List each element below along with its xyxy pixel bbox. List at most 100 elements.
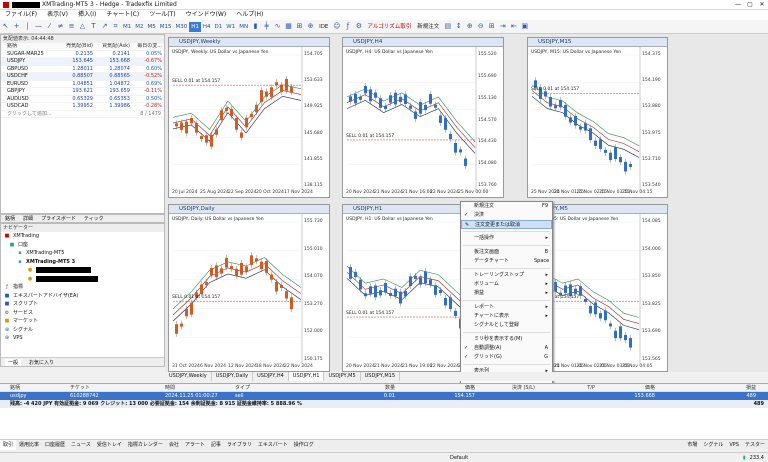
cursor-icon[interactable]: ↖: [1, 22, 10, 31]
chart-title[interactable]: USDJPY,Weekly: [169, 38, 329, 47]
algo-trading-button[interactable]: アルゴリズム取引: [365, 22, 413, 32]
context-menu-item[interactable]: 新規注文 F9: [461, 202, 552, 211]
menu-window[interactable]: ウインドウ(W): [186, 10, 227, 20]
tab-company[interactable]: 会社: [166, 440, 182, 450]
context-menu-item[interactable]: 損益 ▸: [461, 289, 552, 298]
chart-tab-m5[interactable]: USDJPY,M5: [324, 372, 361, 381]
screenshot-icon[interactable]: ▣: [520, 22, 529, 31]
context-menu-item[interactable]: レポート ▸: [461, 303, 552, 312]
menu-chart[interactable]: チャート(C): [106, 10, 139, 20]
chart-tab-h4[interactable]: USDJPY,H4: [253, 372, 289, 381]
tf-mn[interactable]: MN: [237, 22, 250, 32]
ide-button[interactable]: IDE: [317, 22, 330, 32]
tab-ticks[interactable]: ティック: [84, 215, 104, 223]
tab-library[interactable]: ライブラリ: [224, 440, 255, 450]
sell-order-label[interactable]: SELL 0.01 at 154.157: [346, 311, 394, 316]
trendline-icon[interactable]: ⁄: [45, 22, 54, 31]
chart-title[interactable]: USDJPY,Daily: [169, 205, 329, 214]
context-menu-item[interactable]: ✓ 決済: [461, 211, 552, 220]
template-icon[interactable]: ▦: [284, 22, 293, 31]
tab-exposure[interactable]: 運用比率: [16, 440, 42, 450]
tab-priceboard[interactable]: プライスボード: [41, 215, 76, 223]
market-watch-row[interactable]: GBPJPY 193.621 193.659 -0.11%: [1, 88, 164, 96]
candle-icon[interactable]: ╪: [262, 22, 271, 31]
shift-icon[interactable]: ⇤: [509, 22, 518, 31]
nav-account-mt5-3[interactable]: ▪ XMTrading-MT5 3: [1, 258, 164, 267]
chart-tab-m15[interactable]: USDJPY,M15: [361, 372, 401, 381]
tf-m30[interactable]: M30: [174, 22, 190, 32]
context-menu-item[interactable]: データチャート Space: [461, 257, 552, 266]
new-chart-icon[interactable]: ⊕: [306, 22, 315, 31]
vps-link[interactable]: VPS: [726, 440, 742, 450]
nav-broker[interactable]: ■ XMTrading: [1, 232, 164, 241]
tester-icon[interactable]: ⚙: [354, 22, 363, 31]
nav-signals[interactable]: ⊕ シグナル: [1, 326, 164, 335]
nav-services[interactable]: ⚙ サービス: [1, 309, 164, 318]
tab-trade[interactable]: 取引: [0, 439, 17, 450]
minimize-icon[interactable]: —: [732, 1, 744, 8]
market-watch-row[interactable]: AUDUSD 0.65329 0.65353 0.50%: [1, 96, 164, 103]
menu-tools[interactable]: ツール(T): [149, 10, 175, 20]
col-change[interactable]: 毎日の変...: [130, 43, 164, 50]
context-menu-item[interactable]: 一括操作 ▸: [461, 234, 552, 243]
text-icon[interactable]: T: [89, 22, 98, 31]
chart-window[interactable]: USDJPY,M15 USDJPY, M15: US Dollar vs Japa…: [527, 37, 668, 198]
col-symbol[interactable]: 銘柄: [1, 43, 56, 50]
chart-tab-h1[interactable]: USDJPY,H1: [288, 372, 325, 381]
menu-file[interactable]: ファイル(F): [5, 10, 37, 20]
context-menu-item[interactable]: トレーリングストップ ▸: [461, 271, 552, 280]
scroll-icon[interactable]: ⇥: [498, 22, 507, 31]
maximize-icon[interactable]: ▢: [744, 1, 756, 8]
tab-details[interactable]: 詳細: [23, 215, 33, 223]
context-menu-item[interactable]: ✓ 自動調整(A) A: [461, 344, 552, 353]
market-watch-row[interactable]: USDCAD 1.39952 1.39986 -0.28%: [1, 103, 164, 111]
depth-icon[interactable]: ▤: [443, 22, 452, 31]
market-link[interactable]: 市場: [684, 440, 700, 450]
col-tp[interactable]: T/P: [535, 384, 595, 391]
object-icon[interactable]: ⌗: [111, 22, 120, 31]
chart-type-icon[interactable]: ▮: [251, 22, 260, 31]
sell-order-label[interactable]: SELL 0.01 at 154.157: [172, 295, 220, 300]
close-icon[interactable]: ✕: [756, 1, 768, 8]
zoom-out-icon[interactable]: ⊖: [476, 22, 485, 31]
col-type[interactable]: タイプ: [235, 384, 315, 391]
chart-title[interactable]: USDJPY,M15: [528, 38, 667, 47]
tester-link[interactable]: テスター: [742, 440, 768, 450]
tf-h4[interactable]: H4: [201, 22, 213, 32]
context-menu-item[interactable]: ボリューム ▸: [461, 280, 552, 289]
nav-account-2[interactable]: ●: [1, 275, 164, 284]
tab-articles[interactable]: 記事: [208, 440, 224, 450]
col-price[interactable]: 価格: [395, 384, 475, 391]
chart-tab-daily[interactable]: USDJPY,Daily: [212, 372, 254, 381]
trade-row[interactable]: usdjpy 610288742 2024.11.25 01:00:27 sel…: [0, 392, 768, 400]
context-menu-item[interactable]: 板注文画面 B: [461, 248, 552, 257]
col-symbol[interactable]: 銘柄: [0, 384, 70, 391]
tab-general[interactable]: 一般: [5, 358, 22, 366]
tab-calendar[interactable]: 指標カレンダー: [125, 440, 166, 450]
community-icon[interactable]: ☺: [332, 22, 341, 31]
context-menu-item[interactable]: チャートに表示 ▸: [461, 312, 552, 321]
nav-account-1[interactable]: ●: [1, 266, 164, 275]
col-ticket[interactable]: チケット: [70, 384, 165, 391]
chart-window[interactable]: USDJPY,Weekly USDJPY, Weekly: US Dollar v…: [168, 37, 330, 198]
market-watch-row[interactable]: SUGAR-MAR25 0.2135 0.2141 0.05%: [1, 51, 164, 58]
chart-plot[interactable]: [169, 47, 331, 199]
col-curprice[interactable]: 価格: [595, 384, 655, 391]
chart-tab-weekly[interactable]: USDJPY,Weekly: [165, 372, 212, 381]
tf-w1[interactable]: W1: [224, 22, 237, 32]
tf-d1[interactable]: D1: [213, 22, 225, 32]
sell-order-label[interactable]: SELL 0.01 at 154.157: [531, 87, 579, 92]
menu-help[interactable]: ヘルプ(H): [236, 10, 263, 20]
nav-accounts[interactable]: ■ 口座: [1, 241, 164, 250]
new-order-button[interactable]: 新規注文: [415, 22, 441, 32]
tab-mailbox[interactable]: 受信トレイ: [94, 440, 125, 450]
context-menu-item[interactable]: ミリ秒を表示する(M): [461, 335, 552, 344]
chart-plot[interactable]: [169, 214, 331, 373]
add-symbol-hint[interactable]: クリックして追加...: [1, 111, 121, 118]
chart-title[interactable]: USDJPY,H4: [343, 38, 503, 47]
context-menu-item[interactable]: ✓ グリッド(G) G: [461, 353, 552, 362]
chart-plot[interactable]: [528, 47, 669, 199]
chart-window[interactable]: USDJPY,Daily USDJPY, Daily: US Dollar vs …: [168, 204, 330, 372]
tab-journal[interactable]: 操作ログ: [291, 440, 317, 450]
col-volume[interactable]: 数量: [315, 384, 395, 391]
